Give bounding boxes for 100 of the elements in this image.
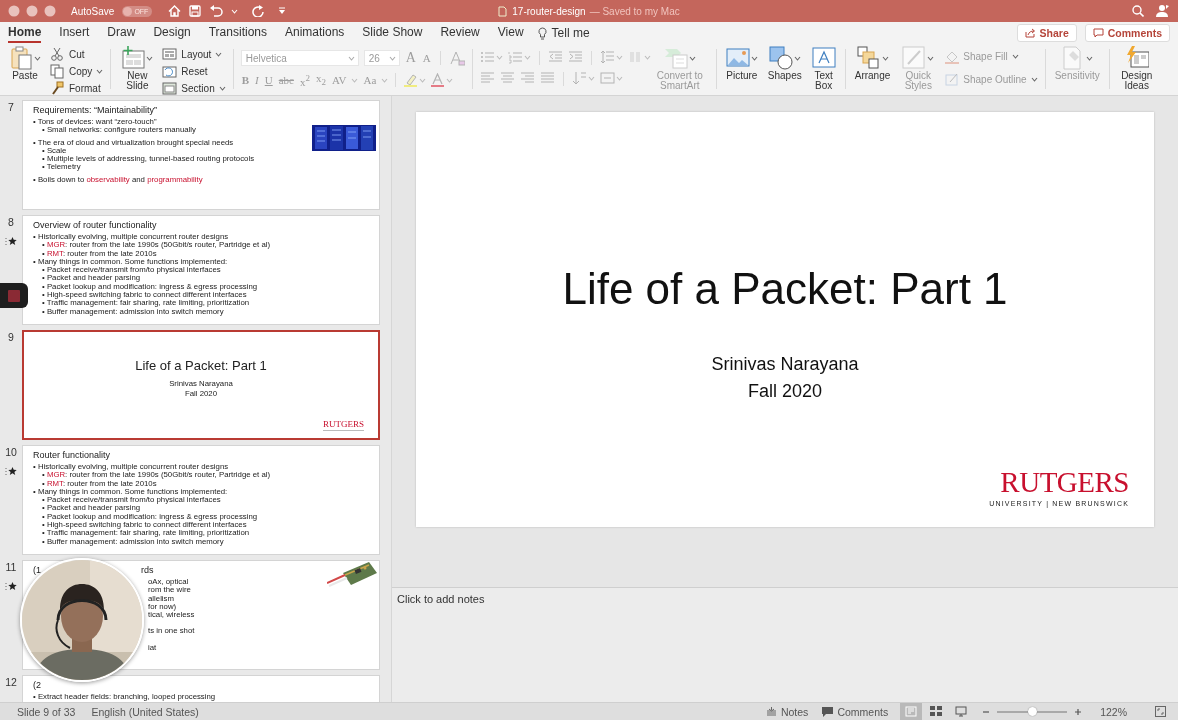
caret-icon bbox=[643, 55, 651, 60]
normal-view-icon bbox=[905, 706, 918, 717]
comments-button[interactable]: Comments bbox=[1084, 24, 1170, 42]
ribbon-tab[interactable]: Review bbox=[440, 23, 480, 43]
design-ideas-button[interactable]: Design Ideas bbox=[1116, 45, 1157, 95]
slide-subtitle: Fall 2020 bbox=[747, 380, 823, 403]
ribbon-tab[interactable]: Slide Show bbox=[362, 23, 423, 43]
caret-icon bbox=[615, 55, 623, 60]
fit-to-window-icon[interactable] bbox=[1155, 706, 1166, 717]
highlighter-icon[interactable] bbox=[403, 72, 419, 88]
picture-icon bbox=[725, 46, 750, 70]
new-slide-button[interactable]: New Slide bbox=[118, 45, 157, 91]
caret-icon bbox=[388, 55, 396, 61]
picture-button[interactable]: Picture bbox=[723, 45, 760, 81]
caret-icon bbox=[34, 55, 41, 61]
zoom-in-icon[interactable] bbox=[1074, 707, 1083, 716]
slide-thumbnail[interactable] bbox=[22, 215, 380, 325]
shapes-button[interactable]: Shapes bbox=[765, 45, 804, 81]
ribbon-tab[interactable]: Design bbox=[153, 23, 191, 43]
undo-icon[interactable] bbox=[209, 5, 224, 17]
caret-icon bbox=[419, 77, 427, 83]
slide-title: (2 bbox=[33, 680, 41, 691]
slide-title: Life of a Packet: Part 1 bbox=[135, 358, 267, 373]
font-color-icon[interactable] bbox=[430, 72, 446, 88]
line-spacing-icon[interactable] bbox=[599, 50, 615, 65]
layout-button[interactable]: Layout bbox=[162, 47, 226, 62]
share-icon bbox=[1024, 28, 1036, 38]
caret-icon bbox=[523, 55, 531, 60]
format-painter-button[interactable]: Format bbox=[50, 81, 104, 96]
justify-icon[interactable] bbox=[539, 71, 555, 86]
section-button[interactable]: Section bbox=[162, 81, 226, 96]
lightbulb-icon bbox=[537, 26, 547, 40]
notes-field[interactable]: Click to add notes bbox=[397, 593, 697, 609]
slide-title: Requirements: “Maintainability” bbox=[33, 105, 158, 116]
align-right-icon[interactable] bbox=[519, 71, 535, 86]
slide-counter: Slide 9 of 33 bbox=[17, 705, 76, 718]
numbered-list-icon[interactable] bbox=[507, 50, 523, 65]
ribbon-tab[interactable]: Draw bbox=[107, 23, 136, 43]
slide-number: 12 bbox=[5, 676, 17, 688]
slide-thumbnail[interactable] bbox=[22, 100, 380, 210]
increase-indent-icon[interactable] bbox=[567, 50, 583, 65]
zoom-slider[interactable] bbox=[997, 710, 1068, 713]
person-icon[interactable] bbox=[1156, 4, 1170, 18]
save-status: — Saved to my Mac bbox=[589, 5, 680, 17]
ribbon-tab[interactable]: Transitions bbox=[208, 23, 267, 43]
slide-thumbnail[interactable] bbox=[22, 445, 380, 555]
speech-bubble-icon bbox=[1092, 28, 1104, 38]
caret-icon bbox=[96, 69, 104, 74]
reset-icon bbox=[162, 64, 178, 79]
align-center-icon[interactable] bbox=[499, 71, 515, 86]
paint-bucket-icon bbox=[944, 49, 960, 64]
grid-icon bbox=[930, 706, 943, 717]
copy-button[interactable]: Copy bbox=[50, 64, 104, 79]
monitor-icon bbox=[955, 706, 968, 717]
logo-wordmark: RUTGERS bbox=[323, 419, 364, 431]
paste-button[interactable]: Paste bbox=[6, 45, 44, 81]
ribbon-tab[interactable]: Animations bbox=[285, 23, 345, 43]
stop-button[interactable] bbox=[0, 283, 28, 308]
align-left-icon[interactable] bbox=[479, 71, 495, 86]
ribbon-tab[interactable]: Insert bbox=[59, 23, 90, 43]
reset-button[interactable]: Reset bbox=[162, 64, 226, 79]
arrange-button[interactable]: Arrange bbox=[852, 45, 893, 81]
share-button[interactable]: Share bbox=[1016, 24, 1077, 42]
text-direction-icon[interactable] bbox=[571, 71, 587, 86]
slide-title: rds bbox=[141, 565, 154, 576]
layout-icon bbox=[162, 47, 178, 62]
bulleted-list-icon[interactable] bbox=[479, 50, 495, 65]
caret-icon bbox=[688, 55, 696, 61]
cut-button[interactable]: Cut bbox=[50, 47, 104, 62]
comments-button[interactable]: Comments bbox=[820, 703, 891, 720]
save-icon[interactable] bbox=[189, 5, 202, 17]
caret-icon bbox=[381, 77, 389, 83]
align-text-icon[interactable] bbox=[599, 71, 615, 86]
search-icon[interactable] bbox=[1132, 5, 1144, 17]
home-icon[interactable] bbox=[168, 5, 182, 17]
caret-icon bbox=[347, 55, 355, 61]
zoom-percentage: 122% bbox=[1100, 705, 1127, 718]
slider-thumb[interactable] bbox=[1027, 706, 1037, 716]
slide-number: 10 bbox=[5, 446, 17, 458]
notes-button[interactable]: Notes bbox=[763, 703, 811, 720]
caret-icon bbox=[1011, 54, 1019, 59]
ribbon-tab[interactable]: View bbox=[497, 23, 524, 43]
caret-icon bbox=[495, 55, 503, 60]
caret-icon bbox=[615, 76, 623, 81]
tell-me-field[interactable]: Tell me bbox=[551, 26, 590, 40]
paintbrush-icon bbox=[50, 81, 65, 96]
document-icon bbox=[498, 5, 508, 17]
text-box-button[interactable]: Text Box bbox=[809, 45, 838, 91]
slide-number: 7 bbox=[8, 101, 14, 113]
decrease-indent-icon[interactable] bbox=[547, 50, 563, 65]
caret-icon bbox=[587, 76, 595, 81]
caret-icon bbox=[1086, 55, 1094, 61]
customize-toolbar-icon[interactable] bbox=[278, 7, 287, 15]
clear-formatting-icon[interactable] bbox=[448, 50, 465, 66]
caret-icon bbox=[793, 55, 801, 61]
caret-icon bbox=[927, 55, 935, 61]
window-controls-icon[interactable] bbox=[8, 5, 56, 17]
redo-icon[interactable] bbox=[252, 5, 265, 17]
speech-bubble-icon bbox=[822, 706, 834, 717]
notes-icon bbox=[765, 707, 777, 716]
